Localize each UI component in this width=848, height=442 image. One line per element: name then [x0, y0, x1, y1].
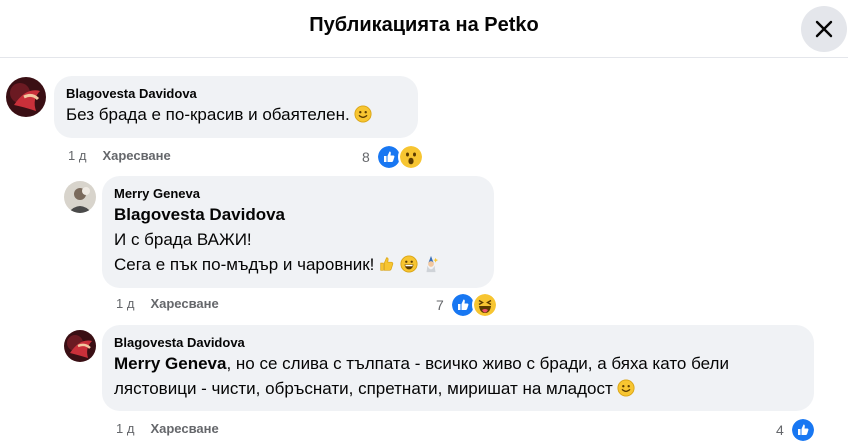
wow-reaction-icon [397, 144, 424, 170]
comment-actions: 1 д Харесване [116, 421, 219, 436]
grinning-emoji-icon [400, 255, 418, 273]
avatar[interactable] [64, 330, 96, 362]
comment-timestamp[interactable]: 1 д [116, 296, 134, 311]
smiley-emoji-icon [617, 379, 635, 397]
like-button[interactable]: Харесване [150, 296, 218, 311]
smiley-emoji-icon [354, 105, 372, 123]
mention-link[interactable]: Blagovesta Davidova [114, 202, 482, 227]
like-reaction-icon [789, 417, 816, 442]
comment-author[interactable]: Merry Geneva [114, 185, 482, 202]
reaction-summary[interactable]: 7 [436, 292, 498, 318]
reaction-count: 8 [362, 149, 370, 165]
comment-text-line: , но се слива с тълпата - всичко живо с … [226, 354, 729, 373]
comment-text-body: Без брада е по-красив и обаятелен. [66, 105, 350, 124]
comments-dialog: Публикацията на Petko Blagovesta Davidov… [0, 0, 848, 442]
dialog-title: Публикацията на Petko [309, 14, 539, 36]
reaction-summary[interactable]: 8 [362, 144, 424, 170]
mention-link[interactable]: Merry Geneva [114, 354, 226, 373]
avatar[interactable] [64, 181, 96, 213]
close-icon [815, 20, 833, 38]
comment-text-line: лястовици - чисти, обръснати, спретнати,… [114, 379, 613, 398]
comment-text-line: И с брада ВАЖИ! [114, 230, 252, 249]
reaction-count: 7 [436, 297, 444, 313]
comment-text: Merry Geneva, но се слива с тълпата - вс… [114, 351, 802, 401]
comment-timestamp[interactable]: 1 д [116, 421, 134, 436]
like-button[interactable]: Харесване [150, 421, 218, 436]
haha-reaction-icon [471, 292, 498, 318]
comment-author[interactable]: Blagovesta Davidova [66, 85, 406, 102]
comment-text: Без брада е по-красив и обаятелен. [66, 102, 406, 127]
comment-text-line-wrap: лястовици - чисти, обръснати, спретнати,… [114, 376, 802, 401]
comment-text-line-wrap: Merry Geneva, но се слива с тълпата - вс… [114, 351, 802, 376]
comment-bubble: Merry Geneva Blagovesta Davidova И с бра… [102, 176, 494, 288]
mage-emoji-icon [426, 255, 439, 273]
close-button[interactable] [801, 6, 847, 52]
comment-actions: 1 д Харесване [68, 148, 171, 163]
thumbs-up-emoji-icon [380, 257, 394, 271]
comment-author[interactable]: Blagovesta Davidova [114, 334, 802, 351]
comment-text-line: Сега е пък по-мъдър и чаровник! [114, 255, 375, 274]
comment-text-line-wrap: Сега е пък по-мъдър и чаровник! [114, 252, 482, 277]
like-button[interactable]: Харесване [102, 148, 170, 163]
comment-bubble: Blagovesta Davidova Merry Geneva, но се … [102, 325, 814, 411]
comment-timestamp[interactable]: 1 д [68, 148, 86, 163]
comment-text: Blagovesta Davidova И с брада ВАЖИ! Сега… [114, 202, 482, 277]
avatar[interactable] [6, 77, 46, 117]
comment-bubble: Blagovesta Davidova Без брада е по-краси… [54, 76, 418, 138]
reaction-summary[interactable]: 4 [776, 417, 816, 442]
dialog-header: Публикацията на Petko [0, 0, 848, 58]
reaction-count: 4 [776, 422, 784, 438]
comment-actions: 1 д Харесване [116, 296, 219, 311]
